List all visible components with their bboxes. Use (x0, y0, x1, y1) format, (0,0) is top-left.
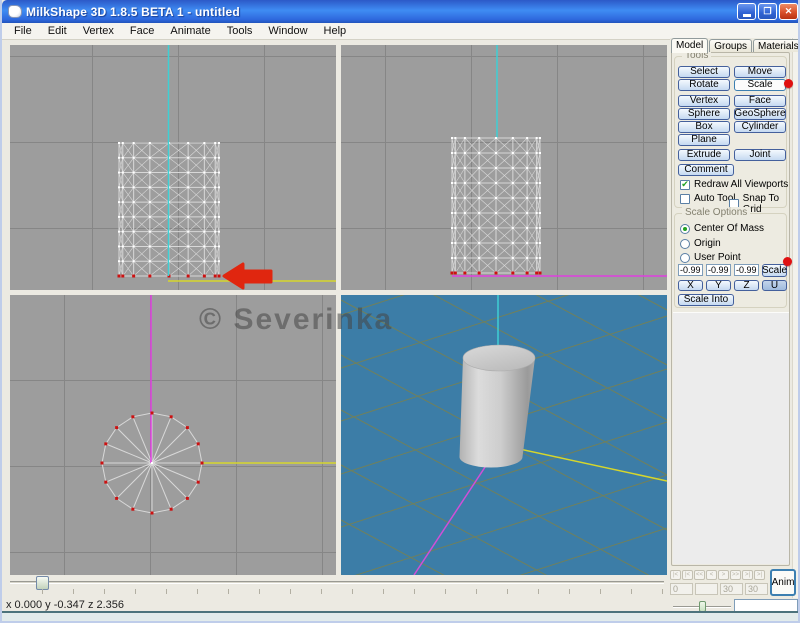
axis-y-button[interactable]: Y (706, 280, 731, 291)
axis-x-button[interactable]: X (678, 280, 703, 291)
menu-file[interactable]: File (6, 24, 40, 38)
panel-tabs: Model Groups Materials Joints (671, 38, 800, 52)
viewport-3d[interactable] (341, 295, 667, 575)
comment-button[interactable]: Comment (678, 164, 734, 176)
transport-controls: |< |< << < > >> >| >| (670, 570, 765, 580)
menu-vertex[interactable]: Vertex (75, 24, 122, 38)
prev-keyframe-button[interactable]: |< (682, 570, 693, 580)
app-icon (8, 5, 22, 18)
viewport-front[interactable] (10, 45, 336, 290)
anim-button[interactable]: Anim (770, 569, 796, 596)
maximize-button[interactable]: ❐ (758, 3, 777, 20)
plane-tool-button[interactable]: Plane (678, 134, 730, 146)
frame-total-field[interactable] (745, 583, 768, 595)
side-wireframe-canvas (341, 45, 667, 290)
tab-model[interactable]: Model (671, 38, 708, 53)
front-wireframe-canvas (10, 45, 336, 290)
step-back-button[interactable]: < (706, 570, 717, 580)
close-button[interactable]: ✕ (779, 3, 798, 20)
status-coordinates: x 0.000 y -0.347 z 2.356 (6, 599, 124, 611)
scale-z-input[interactable] (734, 264, 759, 276)
cylinder-body (460, 358, 536, 468)
snap-to-grid-label: Snap To Grid (743, 193, 798, 215)
milkshape-window: MilkShape 3D 1.8.5 BETA 1 - untitled ❐ ✕… (0, 0, 800, 623)
scale-options-label: Scale Options (682, 207, 750, 218)
fast-rewind-button[interactable]: << (694, 570, 705, 580)
radio-icon (680, 253, 690, 263)
window-title: MilkShape 3D 1.8.5 BETA 1 - untitled (26, 5, 240, 19)
window-bottom-edge (2, 613, 800, 623)
title-bar[interactable]: MilkShape 3D 1.8.5 BETA 1 - untitled ❐ ✕ (2, 0, 800, 23)
redraw-all-viewports-checkbox[interactable]: Redraw All Viewports (680, 179, 788, 190)
rotate-tool-button[interactable]: Rotate (678, 79, 730, 91)
checkbox-icon (680, 194, 690, 204)
annotation-dot-scale-apply (783, 257, 792, 266)
menu-face[interactable]: Face (122, 24, 162, 38)
menu-window[interactable]: Window (260, 24, 315, 38)
center-of-mass-label: Center Of Mass (694, 223, 764, 234)
next-keyframe-button[interactable]: >| (742, 570, 753, 580)
viewport-top[interactable] (10, 295, 336, 575)
box-tool-button[interactable]: Box (678, 121, 730, 133)
axis-u-button[interactable]: U (762, 280, 787, 291)
menu-animate[interactable]: Animate (162, 24, 218, 38)
fast-forward-button[interactable]: >> (730, 570, 741, 580)
annotation-dot-scale-tool (784, 79, 793, 88)
menu-help[interactable]: Help (316, 24, 355, 38)
extrude-tool-button[interactable]: Extrude (678, 149, 730, 161)
origin-radio[interactable]: Origin (680, 238, 721, 249)
geosphere-tool-button[interactable]: GeoSphere (734, 108, 786, 120)
timeline-track[interactable] (10, 581, 664, 584)
axis-z-magenta (414, 458, 491, 575)
frame-start-field[interactable] (670, 583, 693, 595)
redraw-all-viewports-label: Redraw All Viewports (694, 179, 788, 190)
3d-canvas (341, 295, 667, 575)
go-to-end-button[interactable]: >| (754, 570, 765, 580)
go-to-start-button[interactable]: |< (670, 570, 681, 580)
user-point-label: User Point (694, 252, 741, 263)
frame-end-field[interactable] (720, 583, 743, 595)
timeline-thumb[interactable] (36, 576, 49, 590)
close-icon: ✕ (785, 6, 793, 17)
panel-right-strip (792, 38, 800, 598)
menu-tools[interactable]: Tools (219, 24, 261, 38)
radio-icon (680, 239, 690, 249)
timeline-ticks (42, 589, 664, 594)
minimize-icon (743, 14, 751, 17)
axis-z-button[interactable]: Z (734, 280, 759, 291)
vertex-tool-button[interactable]: Vertex (678, 95, 730, 107)
sphere-tool-button[interactable]: Sphere (678, 108, 730, 120)
step-forward-button[interactable]: > (718, 570, 729, 580)
scale-tool-button[interactable]: Scale (734, 79, 786, 91)
top-wireframe-canvas (10, 295, 336, 575)
user-point-radio[interactable]: User Point (680, 252, 741, 263)
cylinder-top (463, 345, 535, 371)
menu-edit[interactable]: Edit (40, 24, 75, 38)
scale-into-button[interactable]: Scale Into (678, 294, 734, 306)
auto-tool-checkbox[interactable]: Auto Tool (680, 193, 736, 204)
origin-label: Origin (694, 238, 721, 249)
tab-materials[interactable]: Materials (753, 39, 800, 52)
viewport-side[interactable] (341, 45, 667, 290)
cylinder-tool-button[interactable]: Cylinder (734, 121, 786, 133)
scale-x-input[interactable] (678, 264, 703, 276)
watermark: © Severinka (199, 303, 393, 337)
face-tool-button[interactable]: Face (734, 95, 786, 107)
restore-icon: ❐ (763, 6, 771, 17)
scale-y-input[interactable] (706, 264, 731, 276)
minimize-button[interactable] (737, 3, 756, 20)
joint-tool-button[interactable]: Joint (734, 149, 786, 161)
select-tool-button[interactable]: Select (678, 66, 730, 78)
checkbox-checked-icon (680, 180, 690, 190)
panel-empty-area (673, 312, 789, 564)
move-tool-button[interactable]: Move (734, 66, 786, 78)
tab-groups[interactable]: Groups (709, 39, 752, 52)
radio-selected-icon (680, 224, 690, 234)
scale-apply-button[interactable]: Scale (762, 264, 787, 277)
axis-x-yellow (501, 445, 667, 481)
frame-current-field[interactable] (695, 583, 718, 595)
center-of-mass-radio[interactable]: Center Of Mass (680, 223, 764, 234)
